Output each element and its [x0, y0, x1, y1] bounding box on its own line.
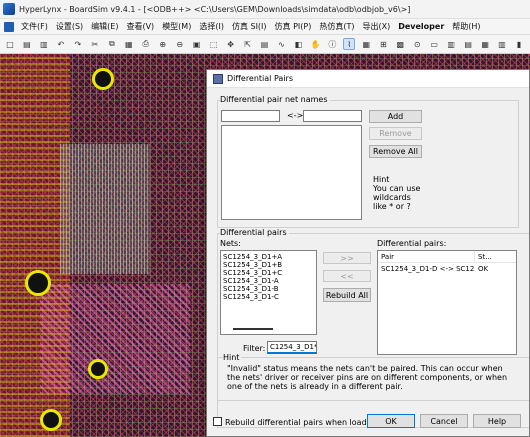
- remove-all-button[interactable]: Remove All: [369, 145, 422, 158]
- pairs-list-header: Pair St...: [378, 251, 516, 263]
- bottom-hint-title: Hint: [223, 353, 242, 362]
- help-button[interactable]: Help: [473, 414, 521, 428]
- net-name-right-input[interactable]: [303, 110, 362, 122]
- nets-list[interactable]: SC1254_3_D1+A SC1254_3_D1+B SC1254_3_D1+…: [220, 250, 317, 335]
- dialog-icon: [213, 73, 223, 84]
- net-names-group-title: Differential pair net names: [220, 95, 330, 104]
- zoom-area-icon[interactable]: ⬚: [208, 38, 220, 50]
- filter-label: Filter:: [243, 344, 266, 353]
- pair-status: OK: [478, 265, 489, 273]
- menu-file[interactable]: 文件(F): [17, 21, 52, 32]
- copy-icon[interactable]: ⧉: [106, 38, 118, 50]
- toolbar: □ ▤ ▥ ↶ ↷ ✂ ⧉ ▦ ⎙ ⊕ ⊖ ▣ ⬚ ✥ ⇱ ▤ ∿ ◧ ✋ ⓘ ⌇ ▦ ⊞ ▩ ⊙ ▭ ▥ ▤ ▦ ▥ ▮: [0, 35, 530, 54]
- nets-list-item[interactable]: SC1254_3_D1-A: [221, 277, 316, 285]
- grid2-icon[interactable]: ▦: [479, 38, 491, 50]
- pairs-col-status[interactable]: St...: [475, 251, 492, 262]
- differential-pairs-group-title: Differential pairs: [220, 228, 289, 237]
- mounting-hole: [40, 409, 62, 431]
- menu-setup[interactable]: 设置(S): [52, 21, 87, 32]
- menu-models[interactable]: 模型(M): [158, 21, 195, 32]
- hint-text: You can use wildcards like * or ?: [373, 184, 421, 211]
- nets-label: Nets:: [220, 239, 241, 248]
- nets-list-item[interactable]: SC1254_3_D1+B: [221, 261, 316, 269]
- net-name-pairs-list[interactable]: [221, 125, 362, 220]
- pan-icon[interactable]: ✥: [225, 38, 237, 50]
- grid-icon[interactable]: ▦: [360, 38, 372, 50]
- menu-view[interactable]: 查看(V): [122, 21, 158, 32]
- select-icon[interactable]: ⇱: [242, 38, 254, 50]
- window-titlebar: HyperLynx - BoardSim v9.4.1 - [<ODB++> <…: [0, 0, 530, 19]
- move-right-button[interactable]: >>: [323, 252, 371, 264]
- net-name-separator: <->: [287, 111, 304, 120]
- menu-help[interactable]: 帮助(H): [448, 21, 484, 32]
- menu-simulate-si[interactable]: 仿真 SI(I): [228, 21, 271, 32]
- pairs-col-pair[interactable]: Pair: [378, 251, 475, 262]
- pairs-list-row[interactable]: SC1254_3_D1-D <-> SC1254_... OK: [378, 263, 516, 275]
- hand-icon[interactable]: ✋: [309, 38, 321, 50]
- stack-icon[interactable]: ▤: [462, 38, 474, 50]
- menu-simulate-pi[interactable]: 仿真 PI(P): [271, 21, 316, 32]
- table-icon[interactable]: ▥: [496, 38, 508, 50]
- hyperlynx-app-icon: [3, 3, 15, 15]
- rebuild-on-load-label[interactable]: Rebuild differential pairs when loading: [225, 418, 379, 427]
- pcb-component-area: [40, 284, 190, 394]
- pairs-label: Differential pairs:: [377, 239, 447, 248]
- net-name-left-input[interactable]: [221, 110, 280, 122]
- save-icon[interactable]: ▥: [38, 38, 50, 50]
- undo-icon[interactable]: ↶: [55, 38, 67, 50]
- nets-list-item[interactable]: SC1254_3_D1+A: [221, 253, 316, 261]
- menu-edit[interactable]: 编辑(E): [87, 21, 122, 32]
- ok-button[interactable]: OK: [367, 414, 415, 428]
- redo-icon[interactable]: ↷: [72, 38, 84, 50]
- menu-bar: 文件(F) 设置(S) 编辑(E) 查看(V) 模型(M) 选择(I) 仿真 S…: [0, 19, 530, 35]
- mounting-hole: [92, 68, 114, 90]
- zoom-in-icon[interactable]: ⊕: [157, 38, 169, 50]
- rebuild-on-load-checkbox[interactable]: [213, 417, 222, 426]
- measure-icon[interactable]: ▮: [513, 38, 525, 50]
- info-icon[interactable]: ⓘ: [326, 38, 338, 50]
- print-icon[interactable]: ⎙: [140, 38, 152, 50]
- nets-list-item[interactable]: SC1254_3_D1-B: [221, 285, 316, 293]
- bottom-hint-text: "Invalid" status means the nets can't be…: [227, 364, 508, 391]
- dialog-title: Differential Pairs: [227, 74, 293, 83]
- filter-input[interactable]: C1254_3_D1*: [267, 341, 317, 354]
- menu-developer[interactable]: Developer: [394, 22, 448, 31]
- dialog-titlebar: Differential Pairs: [207, 70, 529, 88]
- menu-export[interactable]: 导出(X): [358, 21, 394, 32]
- remove-button[interactable]: Remove: [369, 127, 422, 140]
- open-icon[interactable]: ▤: [21, 38, 33, 50]
- paste-icon[interactable]: ▦: [123, 38, 135, 50]
- menu-thermal[interactable]: 热仿真(T): [315, 21, 358, 32]
- rebuild-all-button[interactable]: Rebuild All: [323, 288, 371, 302]
- window-title: HyperLynx - BoardSim v9.4.1 - [<ODB++> <…: [19, 4, 411, 14]
- zoom-out-icon[interactable]: ⊖: [174, 38, 186, 50]
- layer-icon[interactable]: ▤: [259, 38, 271, 50]
- cut-icon[interactable]: ✂: [89, 38, 101, 50]
- nets-list-item[interactable]: SC1254_3_D1+C: [221, 269, 316, 277]
- pair-name: SC1254_3_D1-D <-> SC1254_...: [381, 265, 475, 273]
- menu-select[interactable]: 选择(I): [195, 21, 228, 32]
- mounting-hole: [25, 270, 51, 296]
- nets-list-scrollbar[interactable]: [233, 328, 273, 330]
- fit-icon[interactable]: ▣: [191, 38, 203, 50]
- net-icon[interactable]: ∿: [276, 38, 288, 50]
- new-icon[interactable]: □: [4, 38, 16, 50]
- move-left-button[interactable]: <<: [323, 270, 371, 282]
- app-menu-icon[interactable]: [4, 21, 14, 32]
- tool-icon[interactable]: ◧: [292, 38, 304, 50]
- waveform-icon[interactable]: ⌇: [343, 38, 356, 50]
- hint-title: Hint: [373, 175, 390, 184]
- pcb-component-area: [60, 144, 150, 274]
- cancel-button[interactable]: Cancel: [420, 414, 468, 428]
- board-icon[interactable]: ▭: [428, 38, 440, 50]
- probe-icon[interactable]: ⊙: [411, 38, 423, 50]
- nets-list-item[interactable]: SC1254_3_D1-C: [221, 293, 316, 301]
- differential-pairs-dialog: Differential Pairs Differential pair net…: [206, 69, 530, 437]
- add-button[interactable]: Add: [369, 110, 422, 123]
- chip-icon[interactable]: ▩: [394, 38, 406, 50]
- scope-icon[interactable]: ⊞: [377, 38, 389, 50]
- pairs-list[interactable]: Pair St... SC1254_3_D1-D <-> SC1254_... …: [377, 250, 517, 355]
- mounting-hole: [88, 359, 108, 379]
- ic-icon[interactable]: ▥: [445, 38, 457, 50]
